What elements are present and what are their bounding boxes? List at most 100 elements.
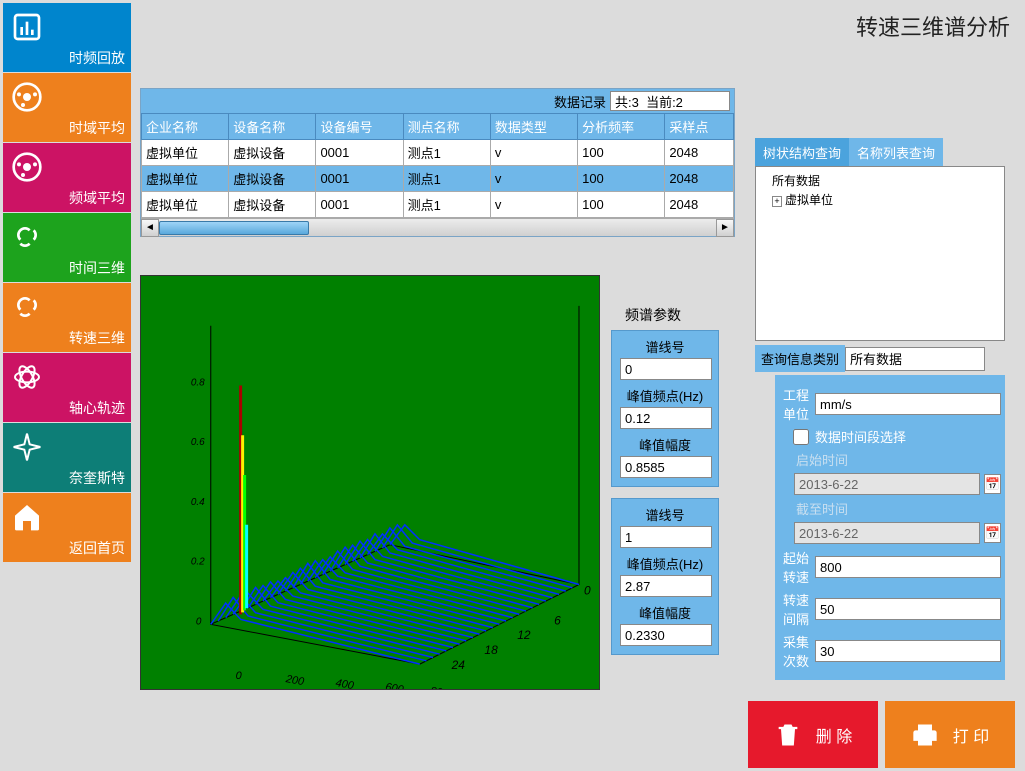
- column-header[interactable]: 采样点: [665, 114, 734, 140]
- spectrum-group-2: 谱线号 峰值频点(Hz) 峰值幅度: [611, 498, 719, 655]
- calendar-icon[interactable]: 📅: [984, 474, 1001, 494]
- table-row[interactable]: 虚拟单位虚拟设备0001测点1v1002048: [142, 140, 734, 166]
- joomla-icon: [11, 221, 43, 253]
- nav-label: 时频回放: [69, 48, 125, 68]
- line-no-input-2[interactable]: [620, 526, 712, 548]
- scroll-left-arrow[interactable]: ◄: [141, 219, 159, 237]
- query-tabs: 树状结构查询 名称列表查询: [755, 138, 943, 167]
- gear-circle-icon: [11, 151, 43, 183]
- joomla-icon: [11, 291, 43, 323]
- sparkle-icon: [11, 431, 43, 463]
- line-no-label: 谱线号: [614, 503, 716, 526]
- nav-freq-domain-avg[interactable]: 频域平均: [3, 143, 131, 212]
- rpm-step-label: 转速间隔: [779, 590, 815, 628]
- peak-amp-input-2[interactable]: [620, 624, 712, 646]
- svg-text:400: 400: [335, 677, 355, 689]
- params-panel: 工程单位 数据时间段选择 启始时间 📅 截至时间 📅 起始转速 转速间隔 采集次…: [775, 375, 1005, 680]
- page-title: 转速三维谱分析: [856, 10, 1010, 42]
- column-header[interactable]: 设备名称: [229, 114, 316, 140]
- delete-label: 删 除: [816, 723, 852, 747]
- svg-text:600: 600: [384, 681, 404, 689]
- nav-home[interactable]: 返回首页: [3, 493, 131, 562]
- table-cell: 0001: [316, 166, 403, 192]
- table-cell: 2048: [665, 192, 734, 218]
- tree-child[interactable]: +虚拟单位: [760, 190, 1000, 209]
- tab-tree-query[interactable]: 树状结构查询: [755, 138, 849, 167]
- table-cell: 测点1: [403, 166, 490, 192]
- nav-time-domain-avg[interactable]: 时域平均: [3, 73, 131, 142]
- spectrum-params-title: 频谱参数: [625, 305, 681, 325]
- table-cell: 2048: [665, 140, 734, 166]
- nav-time-freq-playback[interactable]: 时频回放: [3, 3, 131, 72]
- bar-chart-icon: [11, 11, 43, 43]
- peak-amp-label: 峰值幅度: [614, 433, 716, 456]
- table-cell: 虚拟单位: [142, 140, 229, 166]
- nav-rpm-3d[interactable]: 转速三维: [3, 283, 131, 352]
- peak-freq-input-1[interactable]: [620, 407, 712, 429]
- start-time-input: [794, 473, 980, 495]
- nav-label: 频域平均: [69, 188, 125, 208]
- nav-label: 轴心轨迹: [69, 398, 125, 418]
- column-header[interactable]: 测点名称: [403, 114, 490, 140]
- nav-label: 奈奎斯特: [69, 468, 125, 488]
- delete-button[interactable]: 删 除: [748, 701, 878, 768]
- table-cell: 2048: [665, 166, 734, 192]
- peak-amp-label: 峰值幅度: [614, 601, 716, 624]
- nav-time-3d[interactable]: 时间三维: [3, 213, 131, 282]
- svg-text:0.2: 0.2: [191, 557, 205, 568]
- scroll-thumb[interactable]: [159, 221, 309, 235]
- table-row[interactable]: 虚拟单位虚拟设备0001测点1v1002048: [142, 166, 734, 192]
- data-table: 企业名称设备名称设备编号测点名称数据类型分析频率采样点 虚拟单位虚拟设备0001…: [141, 113, 734, 218]
- 3d-spectrum-chart[interactable]: 0 200 400 600 800 0 6 12 18 24 0 0.2 0.4…: [140, 275, 600, 690]
- unit-input[interactable]: [815, 393, 1001, 415]
- svg-text:0: 0: [196, 616, 202, 627]
- query-category-label: 查询信息类别: [755, 345, 845, 372]
- start-rpm-input[interactable]: [815, 556, 1001, 578]
- tree-root[interactable]: 所有数据: [760, 171, 1000, 190]
- samples-label: 采集次数: [779, 632, 815, 670]
- peak-amp-input-1[interactable]: [620, 456, 712, 478]
- svg-text:0: 0: [584, 583, 591, 597]
- column-header[interactable]: 设备编号: [316, 114, 403, 140]
- svg-text:24: 24: [451, 658, 466, 672]
- peak-freq-input-2[interactable]: [620, 575, 712, 597]
- line-no-input-1[interactable]: [620, 358, 712, 380]
- print-button[interactable]: 打 印: [885, 701, 1015, 768]
- expand-icon[interactable]: +: [772, 196, 782, 207]
- svg-text:6: 6: [554, 613, 561, 627]
- nav-nyquist[interactable]: 奈奎斯特: [3, 423, 131, 492]
- column-header[interactable]: 数据类型: [490, 114, 577, 140]
- orbit-icon: [11, 361, 43, 393]
- calendar-icon[interactable]: 📅: [984, 523, 1001, 543]
- gear-circle-icon: [11, 81, 43, 113]
- end-time-input: [794, 522, 980, 544]
- nav-label: 时间三维: [69, 258, 125, 278]
- home-icon: [11, 501, 43, 533]
- record-info-input[interactable]: [610, 91, 730, 111]
- nav-orbit[interactable]: 轴心轨迹: [3, 353, 131, 422]
- peak-freq-label: 峰值频点(Hz): [614, 552, 716, 575]
- printer-icon: [911, 721, 939, 749]
- table-cell: 0001: [316, 140, 403, 166]
- query-category-input[interactable]: [845, 347, 985, 371]
- table-cell: 测点1: [403, 140, 490, 166]
- table-cell: 100: [578, 192, 665, 218]
- samples-input[interactable]: [815, 640, 1001, 662]
- svg-text:0.6: 0.6: [191, 437, 205, 448]
- table-cell: 0001: [316, 192, 403, 218]
- table-cell: 100: [578, 140, 665, 166]
- scroll-right-arrow[interactable]: ►: [716, 219, 734, 237]
- column-header[interactable]: 企业名称: [142, 114, 229, 140]
- horizontal-scrollbar[interactable]: ◄ ►: [141, 218, 734, 236]
- date-range-checkbox[interactable]: [793, 429, 809, 445]
- table-cell: v: [490, 166, 577, 192]
- line-no-label: 谱线号: [614, 335, 716, 358]
- tree-view[interactable]: 所有数据 +虚拟单位: [755, 166, 1005, 341]
- table-cell: 虚拟单位: [142, 192, 229, 218]
- tab-list-query[interactable]: 名称列表查询: [849, 138, 943, 167]
- rpm-step-input[interactable]: [815, 598, 1001, 620]
- nav-label: 返回首页: [69, 538, 125, 558]
- table-row[interactable]: 虚拟单位虚拟设备0001测点1v1002048: [142, 192, 734, 218]
- svg-text:800: 800: [429, 685, 449, 689]
- column-header[interactable]: 分析频率: [578, 114, 665, 140]
